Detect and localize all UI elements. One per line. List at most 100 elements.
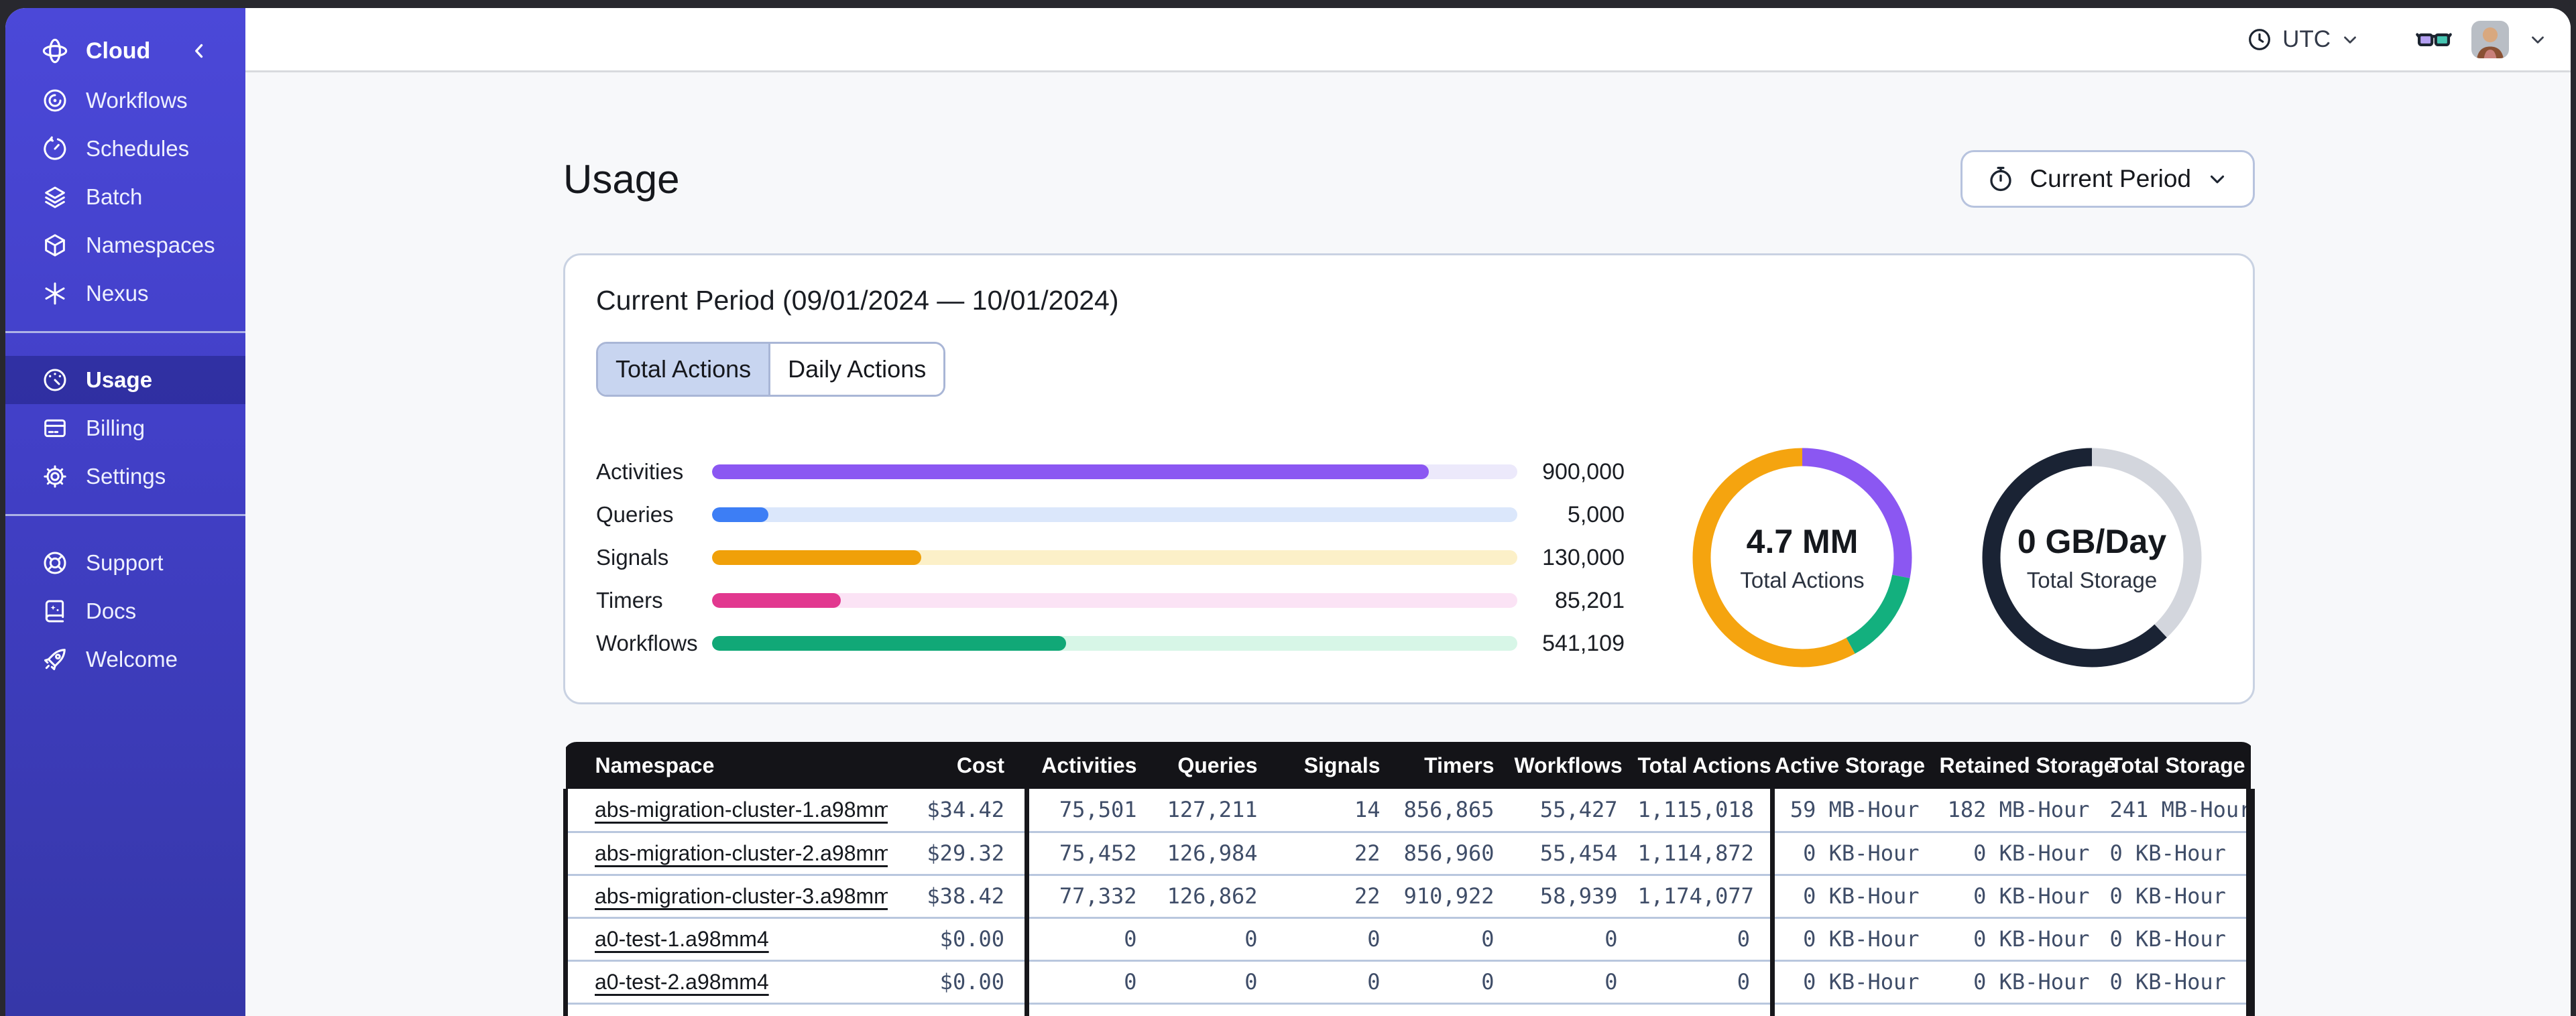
namespace-cell: a0-test-2.a98mm4 [563, 959, 888, 1003]
table-cell: 0 [1400, 1002, 1515, 1016]
table-cell: 0 KB-Hour [2109, 959, 2255, 1003]
table-cell: 0 KB-Hour [2109, 830, 2255, 875]
sidebar-item-label: Workflows [86, 88, 188, 113]
table-row: a0-test-1.a98mm4 $0.00 0 0 0 0 0 0 0 KB-Hour 0 KB… [563, 916, 2255, 960]
tab-total-actions[interactable]: Total Actions [598, 344, 769, 395]
sidebar-collapse-icon[interactable] [188, 40, 211, 62]
namespace-cell: abs-migration-cluster-2.a98mm4 [563, 830, 888, 875]
sidebar-item-batch[interactable]: Batch [5, 173, 245, 221]
table-cell: 0 [1277, 959, 1401, 1003]
sidebar-item-welcome[interactable]: Welcome [5, 635, 245, 684]
table-cell: 1,174,077 [1637, 873, 1773, 917]
namespace-cell: a0-test-1.a98mm4 [563, 916, 888, 960]
col-header-namespace: Namespace [565, 742, 888, 789]
stopwatch-icon [1987, 165, 2015, 193]
support-icon [42, 550, 68, 576]
table-cell: 241 MB-Hour [2109, 789, 2255, 832]
docs-icon [42, 598, 68, 625]
table-cell: 1 [1637, 1002, 1773, 1016]
donut-value: 4.7 MM [1746, 523, 1859, 560]
sidebar-item-billing[interactable]: Billing [5, 404, 245, 452]
period-selector-label: Current Period [2030, 165, 2191, 192]
actions-bar-chart: Activities 900,000 Queries 5,000 Signals 130,… [596, 450, 1625, 665]
cloud-logo-icon [42, 38, 68, 64]
table-cell: 0 [1637, 959, 1773, 1003]
table-cell: 1 [1514, 1002, 1638, 1016]
namespace-link[interactable]: abs-migration-cluster-1.a98mm4 [595, 798, 888, 822]
clock-icon [2246, 26, 2273, 53]
bar-label: Activities [596, 459, 684, 484]
bar-track [712, 550, 1517, 565]
user-avatar[interactable] [2471, 20, 2509, 58]
col-header-signals: Signals [1277, 742, 1401, 789]
col-header-total-storage: Total Storage [2109, 742, 2251, 789]
glasses-icon[interactable] [2415, 21, 2453, 58]
sidebar-item-usage[interactable]: Usage [5, 356, 245, 404]
timezone-label: UTC [2282, 25, 2331, 52]
table-cell: 0 [1400, 916, 1515, 960]
sidebar-item-label: Batch [86, 184, 143, 209]
donut-label: Total Actions [1740, 568, 1865, 592]
table-cell: $0.00 [887, 916, 1027, 960]
table-cell: 0 [1024, 916, 1157, 960]
table-cell: 59 MB-Hour [1770, 789, 1940, 832]
account-menu-chevron-icon[interactable] [2528, 29, 2548, 50]
sidebar-item-schedules[interactable]: Schedules [5, 125, 245, 173]
table-cell: 127,211 [1167, 797, 1258, 823]
table-cell: 0 KB-Hour [1939, 959, 2110, 1003]
bar-fill [712, 636, 1067, 651]
sidebar-item-label: Settings [86, 464, 166, 489]
table-cell: 58,939 [1514, 873, 1638, 917]
period-selector-button[interactable]: Current Period [1960, 150, 2255, 208]
donut-total-storage: 0 GB/Day Total Storage [1978, 444, 2206, 672]
namespace-link[interactable]: abs-migration-cluster-2.a98mm4 [595, 841, 888, 865]
table-cell: 856,960 [1400, 830, 1515, 875]
bar-fill [712, 507, 769, 522]
sidebar-divider [5, 331, 245, 333]
topbar: UTC [245, 8, 2571, 72]
sidebar-divider [5, 514, 245, 516]
sidebar-item-nexus[interactable]: Nexus [5, 269, 245, 318]
namespace-link[interactable]: bk-worker-test.a98mm4 [595, 1013, 820, 1016]
sidebar-item-label: Schedules [86, 136, 190, 161]
timezone-selector[interactable]: UTC [2246, 26, 2360, 53]
table-cell: 0 [1514, 916, 1638, 960]
namespace-link[interactable]: abs-migration-cluster-3.a98mm4 [595, 884, 888, 908]
bar-row-timers: Timers 85,201 [596, 579, 1625, 622]
batch-icon [42, 184, 68, 210]
namespace-link[interactable]: a0-test-2.a98mm4 [595, 970, 769, 994]
bar-row-queries: Queries 5,000 [596, 493, 1625, 536]
namespace-cell: abs-migration-cluster-1.a98mm4 [563, 789, 888, 832]
sidebar-item-label: Nexus [86, 281, 149, 306]
tab-daily-actions[interactable]: Daily Actions [768, 344, 944, 395]
bar-value: 541,109 [1542, 630, 1625, 656]
table-cell: 0 KB-Hour [1770, 1002, 1940, 1016]
table-row: a0-test-2.a98mm4 $0.00 0 0 0 0 0 0 0 KB-Hour 0 KB… [563, 959, 2255, 1003]
sidebar-item-namespaces[interactable]: Namespaces [5, 221, 245, 269]
namespace-cell: bk-worker-test.a98mm4 [563, 1002, 888, 1016]
table-cell: 182 MB-Hour [1947, 797, 2090, 823]
namespace-link[interactable]: a0-test-1.a98mm4 [595, 927, 769, 951]
bar-fill [712, 593, 841, 608]
table-cell: 14 [1354, 797, 1381, 823]
table-cell: 0 KB-Hour [2109, 1002, 2255, 1016]
sidebar-item-workflows[interactable]: Workflows [5, 76, 245, 125]
nexus-icon [42, 280, 68, 307]
bar-track [712, 593, 1517, 608]
col-header-queries: Queries [1157, 742, 1278, 789]
sidebar-item-docs[interactable]: Docs [5, 587, 245, 635]
sidebar-item-settings[interactable]: Settings [5, 452, 245, 501]
sidebar: Cloud Workflows Schedules Batch Namespaces N… [5, 8, 245, 1016]
summary-donuts: 4.7 MM Total Actions 0 GB/Day Total Storage [1688, 444, 2206, 672]
table-cell: 0 KB-Hour [1939, 1002, 2110, 1016]
bar-label: Queries [596, 502, 674, 527]
table-cell: 1,115,018 [1637, 797, 1754, 823]
bar-row-workflows: Workflows 541,109 [596, 622, 1625, 665]
bar-row-signals: Signals 130,000 [596, 536, 1625, 579]
bar-track [712, 507, 1517, 522]
table-cell: 55,427 [1539, 797, 1618, 823]
table-cell: 0 [1157, 916, 1278, 960]
bar-value: 130,000 [1542, 544, 1625, 570]
sidebar-item-support[interactable]: Support [5, 539, 245, 587]
workflows-icon [42, 87, 68, 114]
